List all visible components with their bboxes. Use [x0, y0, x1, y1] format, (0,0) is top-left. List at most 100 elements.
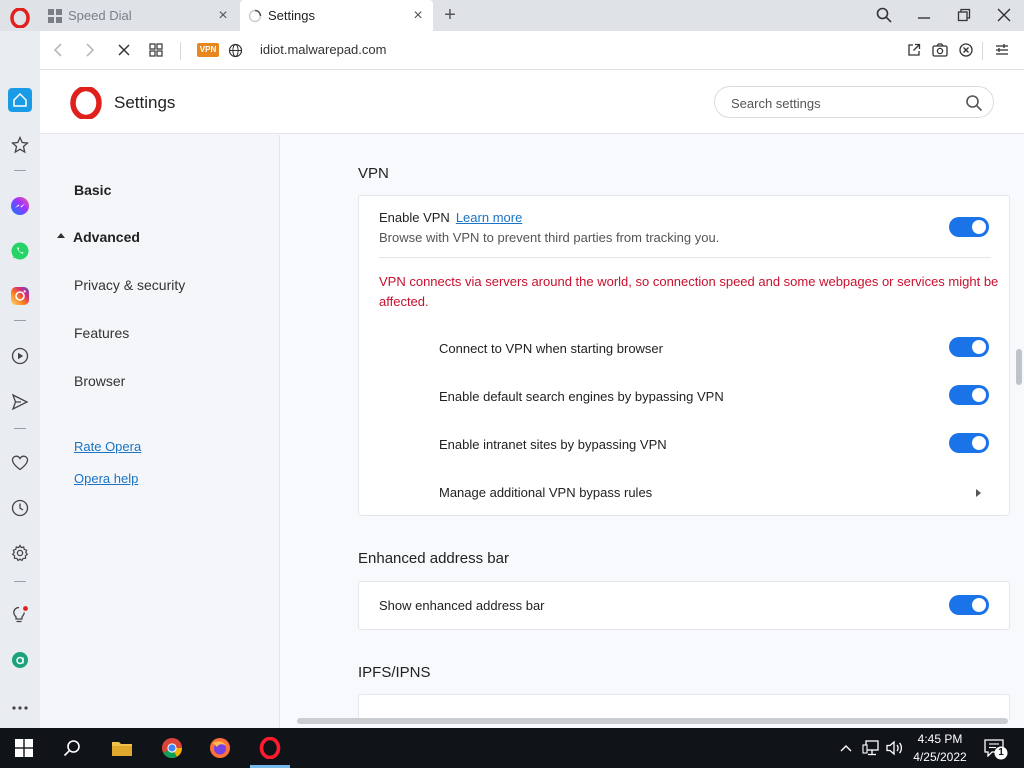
opera-menu-icon[interactable] [10, 8, 30, 28]
horizontal-scrollbar[interactable] [297, 718, 1008, 724]
clock-time[interactable]: 4:45 PM [910, 732, 970, 746]
gear-icon [11, 544, 29, 562]
opera-help-link[interactable]: Opera help [74, 471, 138, 486]
sidebar-more[interactable] [8, 696, 32, 720]
tab-speed-dial[interactable]: Speed Dial × [40, 0, 238, 31]
enable-vpn-title: Enable VPN [379, 210, 450, 225]
chevron-right-icon[interactable] [976, 489, 981, 497]
tab-overview-button[interactable] [146, 40, 166, 60]
new-tab-button[interactable]: + [441, 5, 459, 25]
sidebar-personal-news[interactable] [8, 451, 32, 475]
sidebar-aria[interactable] [8, 648, 32, 672]
tab-settings[interactable]: Settings × [240, 0, 433, 31]
notification-count: 1 [998, 747, 1004, 758]
bypass-intranet-label: Enable intranet sites by bypassing VPN [439, 437, 667, 452]
search-settings-input[interactable] [731, 93, 951, 113]
sidebar-player[interactable] [8, 344, 32, 368]
nav-advanced[interactable]: Advanced [73, 229, 140, 245]
connect-on-start-toggle[interactable] [949, 337, 989, 357]
ipfs-card [358, 694, 1010, 720]
learn-more-link[interactable]: Learn more [456, 210, 522, 225]
chrome-icon [162, 738, 183, 759]
clock-date[interactable]: 4/25/2022 [904, 750, 976, 764]
enable-vpn-toggle[interactable] [949, 217, 989, 237]
manage-bypass-rules-label[interactable]: Manage additional VPN bypass rules [439, 485, 652, 500]
clock-icon [11, 499, 29, 517]
close-tab-icon[interactable]: × [216, 7, 230, 23]
vpn-card: Enable VPN Learn more Browse with VPN to … [358, 195, 1010, 516]
toggle-knob [972, 388, 986, 402]
nav-features[interactable]: Features [74, 325, 129, 341]
start-button[interactable] [12, 736, 36, 760]
network-button[interactable] [860, 736, 882, 760]
aria-icon [12, 652, 28, 668]
sidebar-bookmarks[interactable] [8, 133, 32, 157]
close-tab-icon[interactable]: × [411, 7, 425, 23]
back-button[interactable] [48, 40, 68, 60]
instagram-icon [11, 287, 29, 305]
opera-icon [259, 737, 281, 759]
taskbar-chrome[interactable] [160, 736, 184, 760]
toggle-knob [972, 220, 986, 234]
snapshot-button[interactable] [930, 40, 950, 60]
sidebar-whatsapp[interactable] [8, 239, 32, 263]
sidebar-send[interactable] [8, 390, 32, 414]
volume-button[interactable] [884, 736, 906, 760]
scrollbar-thumb[interactable] [1016, 349, 1022, 385]
search-settings-box[interactable] [714, 86, 994, 118]
close-window-button[interactable] [992, 4, 1016, 26]
divider [379, 257, 991, 258]
minimize-icon [918, 17, 930, 19]
sidebar-messenger[interactable] [8, 194, 32, 218]
restore-button[interactable] [952, 4, 976, 26]
stop-loading-button[interactable] [114, 40, 134, 60]
nav-browser[interactable]: Browser [74, 373, 125, 389]
grid-icon [149, 43, 163, 57]
sidebar-history[interactable] [8, 496, 32, 520]
ad-blocker-button[interactable] [956, 40, 976, 60]
taskbar-search-button[interactable] [60, 736, 84, 760]
tab-search-button[interactable] [872, 4, 896, 26]
title-bar: Speed Dial × Settings × + [0, 0, 1024, 31]
nav-privacy-security[interactable]: Privacy & security [74, 277, 185, 293]
section-title-ipfs: IPFS/IPNS [358, 664, 431, 681]
address-bar: VPN idiot.malwarepad.com [40, 31, 1024, 70]
easy-setup-button[interactable] [992, 40, 1012, 60]
speed-dial-icon [48, 8, 62, 23]
search-icon[interactable] [965, 94, 983, 112]
camera-icon [932, 43, 948, 57]
vpn-warning-text: VPN connects via servers around the worl… [379, 274, 999, 309]
nav-basic[interactable]: Basic [74, 182, 111, 198]
sidebar-speed-dial[interactable] [8, 88, 32, 112]
rate-opera-link[interactable]: Rate Opera [74, 439, 141, 454]
search-icon [63, 740, 80, 757]
taskbar-opera[interactable] [258, 736, 282, 760]
sidebar-instagram[interactable] [8, 284, 32, 308]
share-button[interactable] [904, 40, 924, 60]
bypass-intranet-toggle[interactable] [949, 433, 989, 453]
globe-icon[interactable] [228, 43, 243, 58]
enhanced-address-bar-card: Show enhanced address bar [358, 581, 1010, 630]
bypass-search-label: Enable default search engines by bypassi… [439, 389, 724, 404]
url-text[interactable]: idiot.malwarepad.com [260, 42, 386, 57]
minimize-button[interactable] [912, 4, 936, 26]
sidebar-settings[interactable] [8, 541, 32, 565]
more-icon [12, 706, 28, 710]
show-hidden-icons-button[interactable] [836, 736, 856, 760]
toolbar-divider [180, 42, 181, 60]
caret-up-icon[interactable] [57, 233, 65, 238]
enhanced-address-bar-toggle[interactable] [949, 595, 989, 615]
taskbar-firefox[interactable] [208, 736, 232, 760]
show-enhanced-address-bar-label: Show enhanced address bar [379, 598, 545, 613]
messenger-icon [11, 197, 29, 215]
taskbar-file-explorer[interactable] [110, 736, 134, 760]
vpn-badge[interactable]: VPN [197, 43, 219, 57]
sidebar-divider [14, 428, 26, 429]
easy-setup-icon [996, 44, 1008, 55]
bypass-search-toggle[interactable] [949, 385, 989, 405]
send-icon [11, 393, 29, 411]
forward-button[interactable] [80, 40, 100, 60]
tab-label: Speed Dial [68, 8, 132, 23]
vertical-scrollbar[interactable] [1014, 135, 1024, 728]
sidebar-tips[interactable] [8, 603, 32, 627]
